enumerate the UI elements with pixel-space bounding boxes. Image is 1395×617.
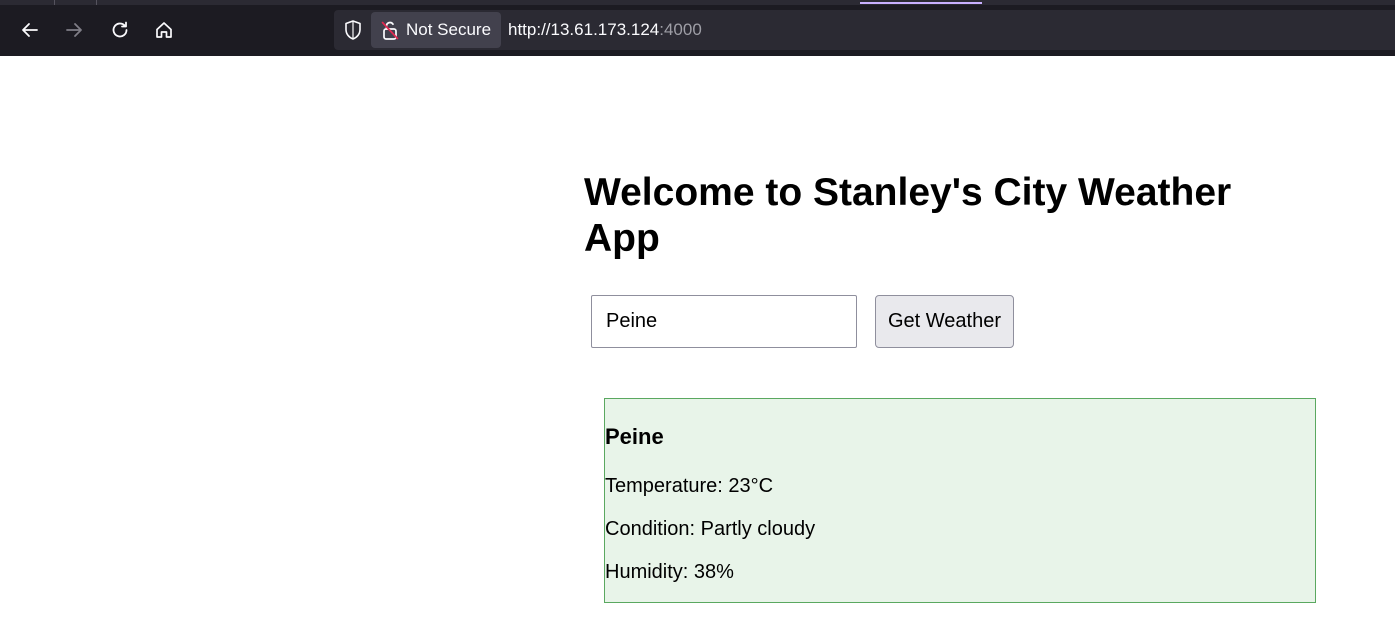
weather-condition: Condition: Partly cloudy	[605, 518, 816, 540]
tracking-protection-button[interactable]	[342, 18, 364, 42]
weather-temperature: Temperature: 23°C	[605, 475, 774, 497]
tab-separator	[96, 0, 97, 5]
browser-toolbar: Not Secure http://13.61.173.124:4000	[0, 0, 1395, 56]
arrow-left-icon	[22, 23, 38, 37]
home-button[interactable]	[148, 14, 180, 46]
reload-button[interactable]	[104, 14, 136, 46]
tab-strip	[0, 0, 1395, 5]
tab-separator	[54, 0, 55, 5]
weather-result-card: Peine Temperature: 23°C Condition: Partl…	[604, 398, 1316, 603]
url-text[interactable]: http://13.61.173.124:4000	[508, 20, 702, 40]
url-port: :4000	[659, 20, 702, 39]
arrow-right-icon	[66, 23, 82, 37]
active-tab-indicator[interactable]	[860, 2, 982, 4]
shield-icon	[345, 20, 361, 40]
weather-city-name: Peine	[605, 424, 664, 449]
city-input[interactable]	[591, 295, 857, 348]
get-weather-button[interactable]: Get Weather	[875, 295, 1014, 348]
home-icon	[156, 22, 172, 38]
back-button[interactable]	[14, 14, 46, 46]
page-title: Welcome to Stanley's City Weather App	[584, 171, 1232, 260]
url-host: http://13.61.173.124	[508, 20, 660, 39]
weather-humidity: Humidity: 38%	[605, 561, 734, 583]
forward-button[interactable]	[58, 14, 90, 46]
not-secure-label: Not Secure	[406, 20, 492, 39]
site-security-button[interactable]: Not Secure	[371, 12, 501, 48]
insecure-lock-icon	[380, 19, 400, 41]
reload-icon	[112, 21, 128, 38]
